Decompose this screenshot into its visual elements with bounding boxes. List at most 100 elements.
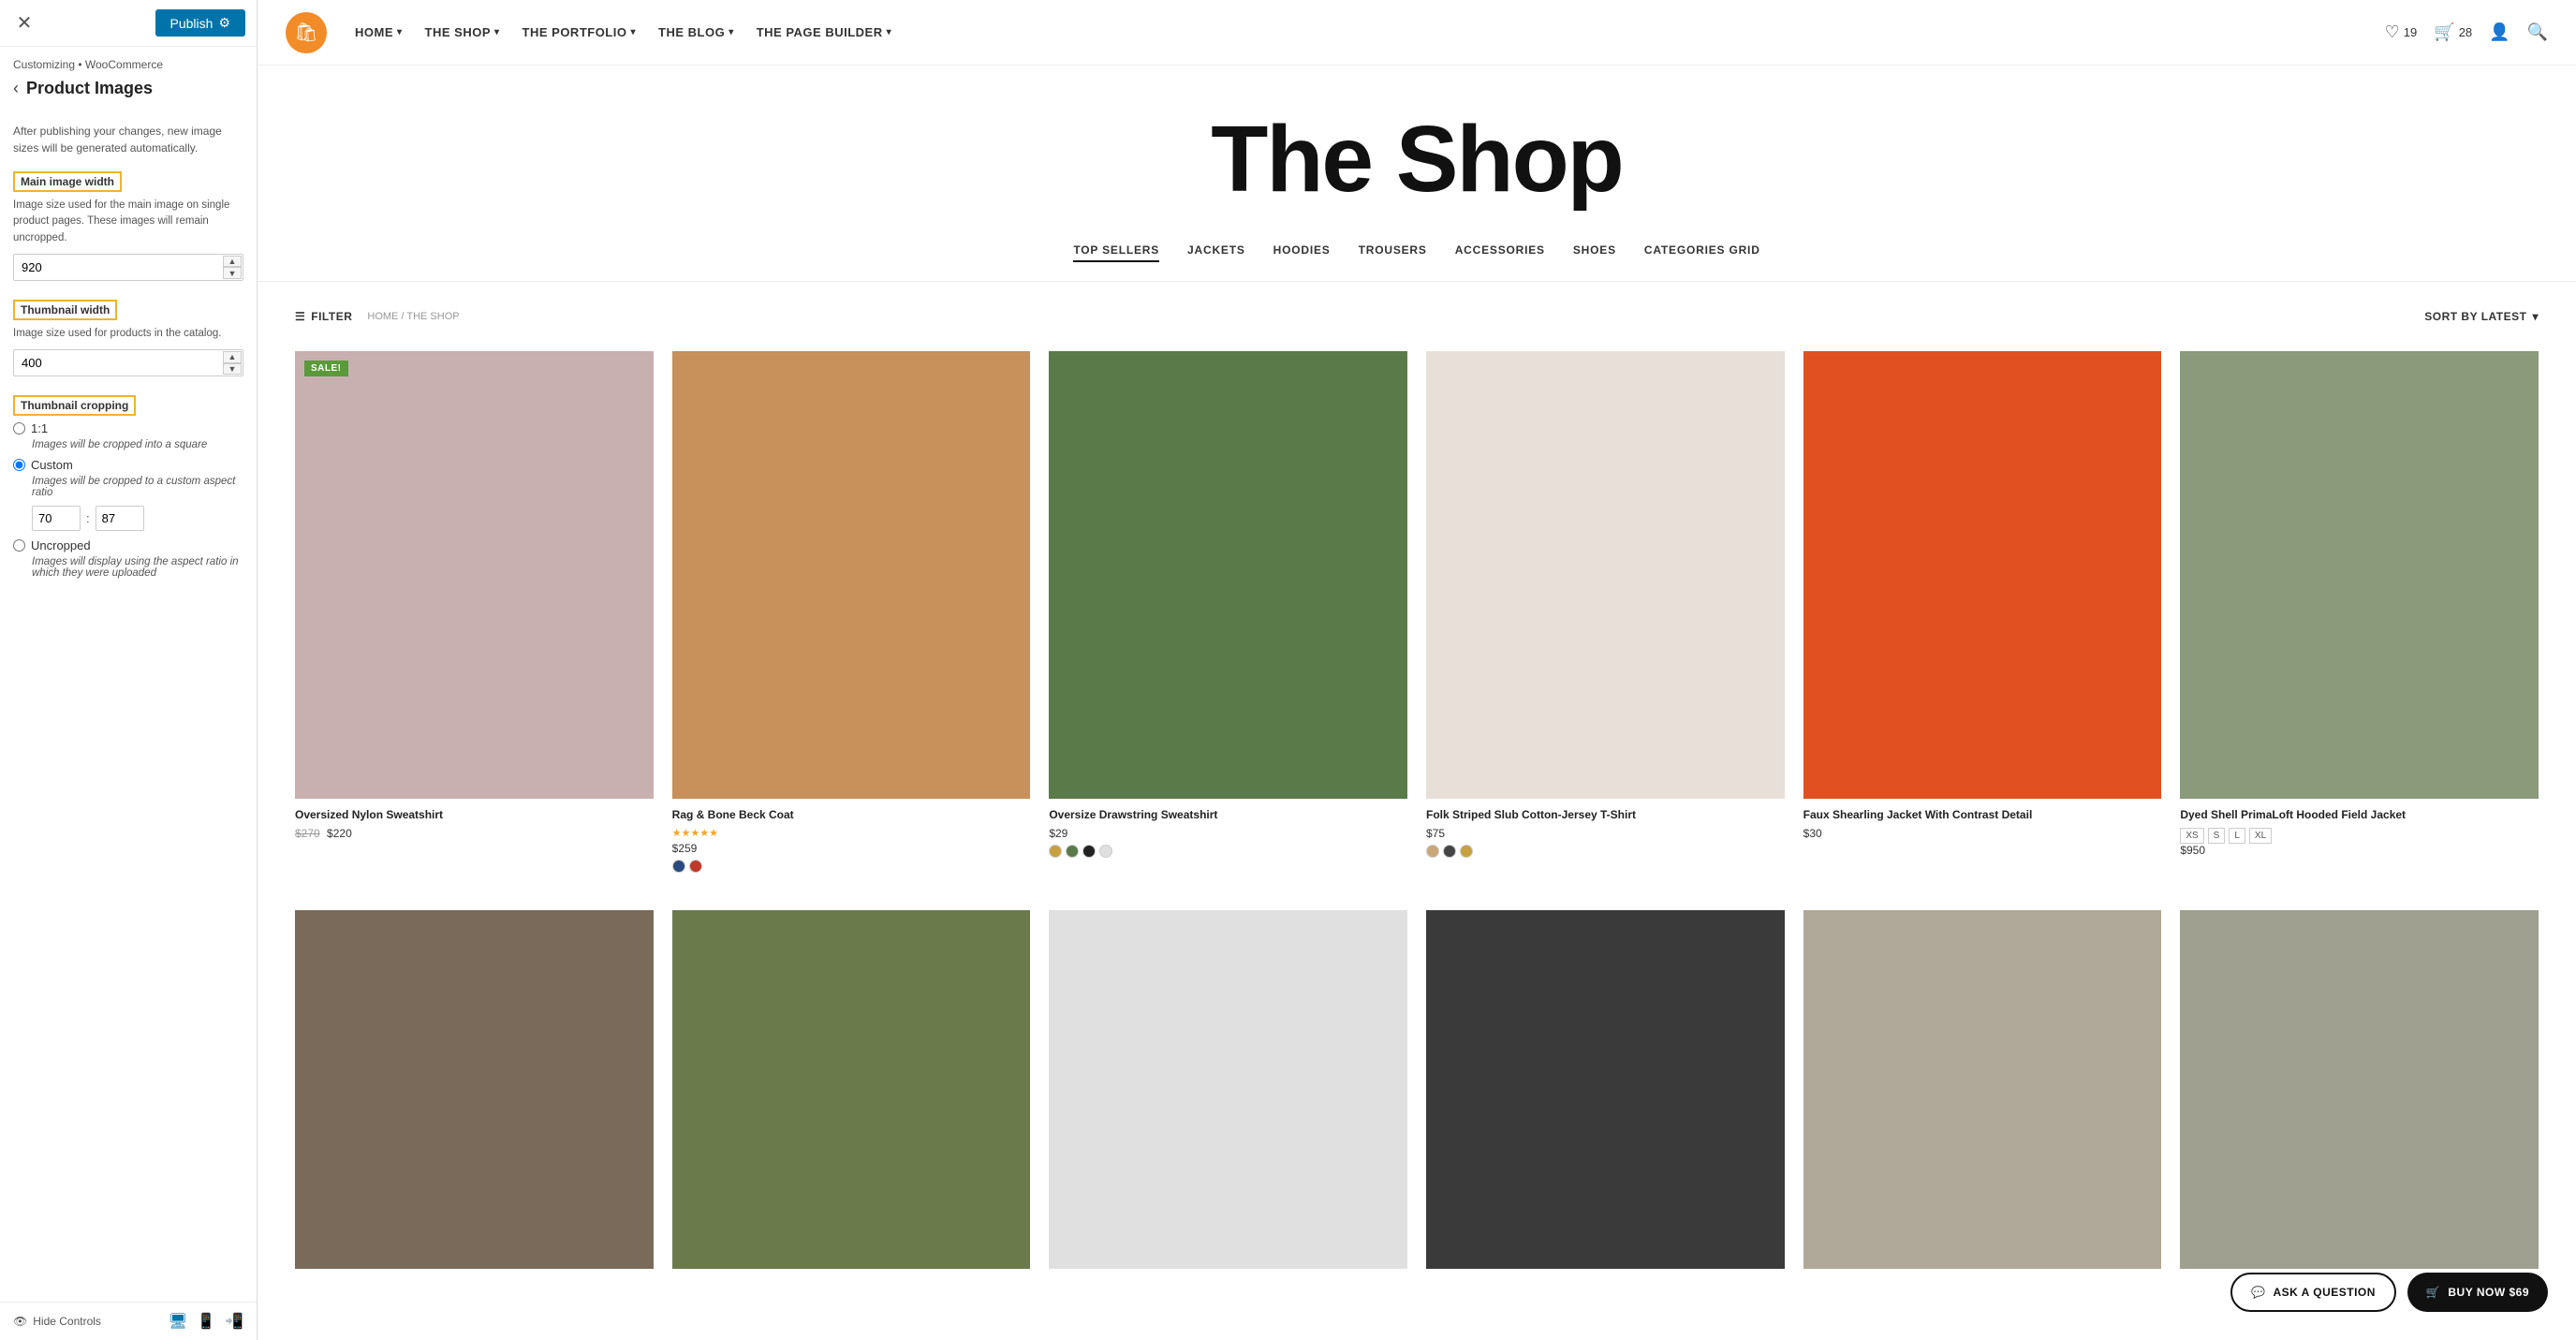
- sort-button[interactable]: SORT BY LATEST ▾: [2424, 310, 2539, 323]
- tablet-icon[interactable]: 📱: [197, 1312, 215, 1331]
- swatch-4-1[interactable]: [1426, 845, 1439, 858]
- product-img-wrap-2: [672, 351, 1031, 799]
- price-old-1: $270: [295, 827, 320, 840]
- product-img-wrap-11: [1803, 910, 2162, 1269]
- wishlist-count: 19: [2404, 25, 2417, 39]
- cat-tab-categories-grid[interactable]: CATEGORIES GRID: [1644, 243, 1760, 262]
- size-l[interactable]: L: [2229, 828, 2245, 844]
- swatch-3-3[interactable]: [1082, 845, 1096, 858]
- product-card-5[interactable]: Faux Shearling Jacket With Contrast Deta…: [1803, 351, 2162, 873]
- pagebuilder-chevron-icon: ▾: [887, 27, 892, 37]
- cart-btn[interactable]: 🛒 28: [2434, 22, 2472, 42]
- breadcrumb-nav: HOME / THE SHOP: [367, 311, 459, 322]
- radio-custom-desc: Images will be cropped to a custom aspec…: [32, 476, 243, 498]
- panel-body: After publishing your changes, new image…: [0, 111, 257, 1302]
- user-icon[interactable]: 👤: [2489, 22, 2510, 42]
- product-card-8[interactable]: [672, 910, 1031, 1278]
- product-price-6: $950: [2180, 844, 2539, 857]
- swatch-2-2[interactable]: [689, 860, 702, 873]
- swatch-4-3[interactable]: [1460, 845, 1473, 858]
- hide-controls-btn[interactable]: 👁 Hide Controls: [13, 1315, 101, 1328]
- radio-uncropped-label[interactable]: Uncropped: [31, 538, 91, 552]
- size-xs[interactable]: XS: [2180, 828, 2203, 844]
- product-price-3: $29: [1049, 827, 1407, 840]
- radio-uncropped-desc: Images will display using the aspect rat…: [32, 556, 243, 579]
- filter-bar: ☰ FILTER HOME / THE SHOP SORT BY LATEST …: [258, 301, 2576, 332]
- nav-blog[interactable]: THE BLOG ▾: [658, 25, 734, 39]
- price-new-1: $220: [327, 827, 352, 840]
- product-card-10[interactable]: [1426, 910, 1785, 1278]
- swatch-3-2[interactable]: [1066, 845, 1079, 858]
- ask-question-button[interactable]: 💬 ASK A QUESTION: [2230, 1273, 2396, 1312]
- custom-ratio-row: :: [32, 506, 243, 531]
- blog-chevron-icon: ▾: [729, 27, 734, 37]
- main-image-down[interactable]: ▼: [223, 267, 242, 279]
- product-img-wrap-6: [2180, 351, 2539, 799]
- info-text: After publishing your changes, new image…: [13, 123, 243, 156]
- customizer-panel: ✕ Publish ⚙ Customizing • WooCommerce ‹ …: [0, 0, 258, 1340]
- product-img-wrap-5: [1803, 351, 2162, 799]
- buy-label: BUY NOW $69: [2448, 1286, 2529, 1299]
- product-price-5: $30: [1803, 827, 2162, 840]
- cat-tab-jackets[interactable]: JACKETS: [1187, 243, 1245, 262]
- nav-portfolio[interactable]: THE PORTFOLIO ▾: [523, 25, 636, 39]
- search-icon[interactable]: 🔍: [2527, 22, 2548, 42]
- publish-button[interactable]: Publish ⚙: [155, 9, 245, 37]
- thumbnail-down[interactable]: ▼: [223, 363, 242, 375]
- product-img-wrap-10: [1426, 910, 1785, 1269]
- thumbnail-input[interactable]: [13, 349, 243, 376]
- radio-custom[interactable]: [13, 459, 25, 471]
- product-card-1[interactable]: SALE! Oversized Nylon Sweatshirt $270 $2…: [295, 351, 654, 873]
- product-price-2: $259: [672, 842, 1031, 855]
- product-img-wrap-8: [672, 910, 1031, 1269]
- back-arrow-icon[interactable]: ‹: [13, 79, 19, 98]
- ratio-width-input[interactable]: [32, 506, 81, 531]
- size-xl[interactable]: XL: [2249, 828, 2272, 844]
- radio-1x1-label[interactable]: 1:1: [31, 421, 48, 435]
- main-image-spinners: ▲ ▼: [223, 256, 242, 279]
- cat-tab-top-sellers[interactable]: TOP SELLERS: [1073, 243, 1159, 262]
- product-card-4[interactable]: Folk Striped Slub Cotton-Jersey T-Shirt …: [1426, 351, 1785, 873]
- hide-controls-label: Hide Controls: [33, 1315, 101, 1328]
- ratio-height-input[interactable]: [96, 506, 144, 531]
- breadcrumb-current: THE SHOP: [406, 311, 459, 322]
- swatch-3-4[interactable]: [1099, 845, 1112, 858]
- product-card-9[interactable]: [1049, 910, 1407, 1278]
- swatch-2-1[interactable]: [672, 860, 685, 873]
- nav-page-builder[interactable]: THE PAGE BUILDER ▾: [757, 25, 891, 39]
- radio-uncropped-item: Uncropped: [13, 538, 243, 552]
- radio-uncropped[interactable]: [13, 539, 25, 552]
- product-card-6[interactable]: Dyed Shell PrimaLoft Hooded Field Jacket…: [2180, 351, 2539, 873]
- main-image-input-wrap: ▲ ▼: [13, 254, 243, 281]
- mobile-icon[interactable]: 📲: [225, 1312, 243, 1331]
- thumbnail-up[interactable]: ▲: [223, 351, 242, 363]
- desktop-icon[interactable]: 🖥: [169, 1312, 187, 1331]
- nav-home[interactable]: HOME ▾: [355, 25, 403, 39]
- logo[interactable]: 🛍: [286, 12, 327, 53]
- swatch-4-2[interactable]: [1443, 845, 1456, 858]
- product-card-3[interactable]: Oversize Drawstring Sweatshirt $29: [1049, 351, 1407, 873]
- product-card-12[interactable]: [2180, 910, 2539, 1278]
- close-button[interactable]: ✕: [11, 10, 37, 37]
- main-image-input[interactable]: [13, 254, 243, 281]
- cat-tab-hoodies[interactable]: HOODIES: [1273, 243, 1331, 262]
- buy-now-button[interactable]: 🛒 BUY NOW $69: [2407, 1273, 2548, 1312]
- floating-btns: 💬 ASK A QUESTION 🛒 BUY NOW $69: [2230, 1273, 2548, 1312]
- product-card-2[interactable]: Rag & Bone Beck Coat ★★★★★ $259: [672, 351, 1031, 873]
- product-card-7[interactable]: [295, 910, 654, 1278]
- radio-custom-label[interactable]: Custom: [31, 458, 73, 472]
- filter-button[interactable]: ☰ FILTER: [295, 310, 352, 323]
- radio-1x1[interactable]: [13, 422, 25, 434]
- wishlist-btn[interactable]: ♡ 19: [2385, 22, 2418, 42]
- main-image-up[interactable]: ▲: [223, 256, 242, 268]
- size-s[interactable]: S: [2208, 828, 2226, 844]
- swatch-3-1[interactable]: [1049, 845, 1062, 858]
- nav-shop[interactable]: THE SHOP ▾: [425, 25, 500, 39]
- sort-label: SORT BY LATEST: [2424, 310, 2526, 323]
- product-card-11[interactable]: [1803, 910, 2162, 1278]
- cat-tab-accessories[interactable]: ACCESSORIES: [1455, 243, 1545, 262]
- breadcrumb-home[interactable]: HOME: [367, 311, 398, 322]
- cat-tab-shoes[interactable]: SHOES: [1573, 243, 1616, 262]
- home-chevron-icon: ▾: [397, 27, 403, 37]
- cat-tab-trousers[interactable]: TROUSERS: [1359, 243, 1427, 262]
